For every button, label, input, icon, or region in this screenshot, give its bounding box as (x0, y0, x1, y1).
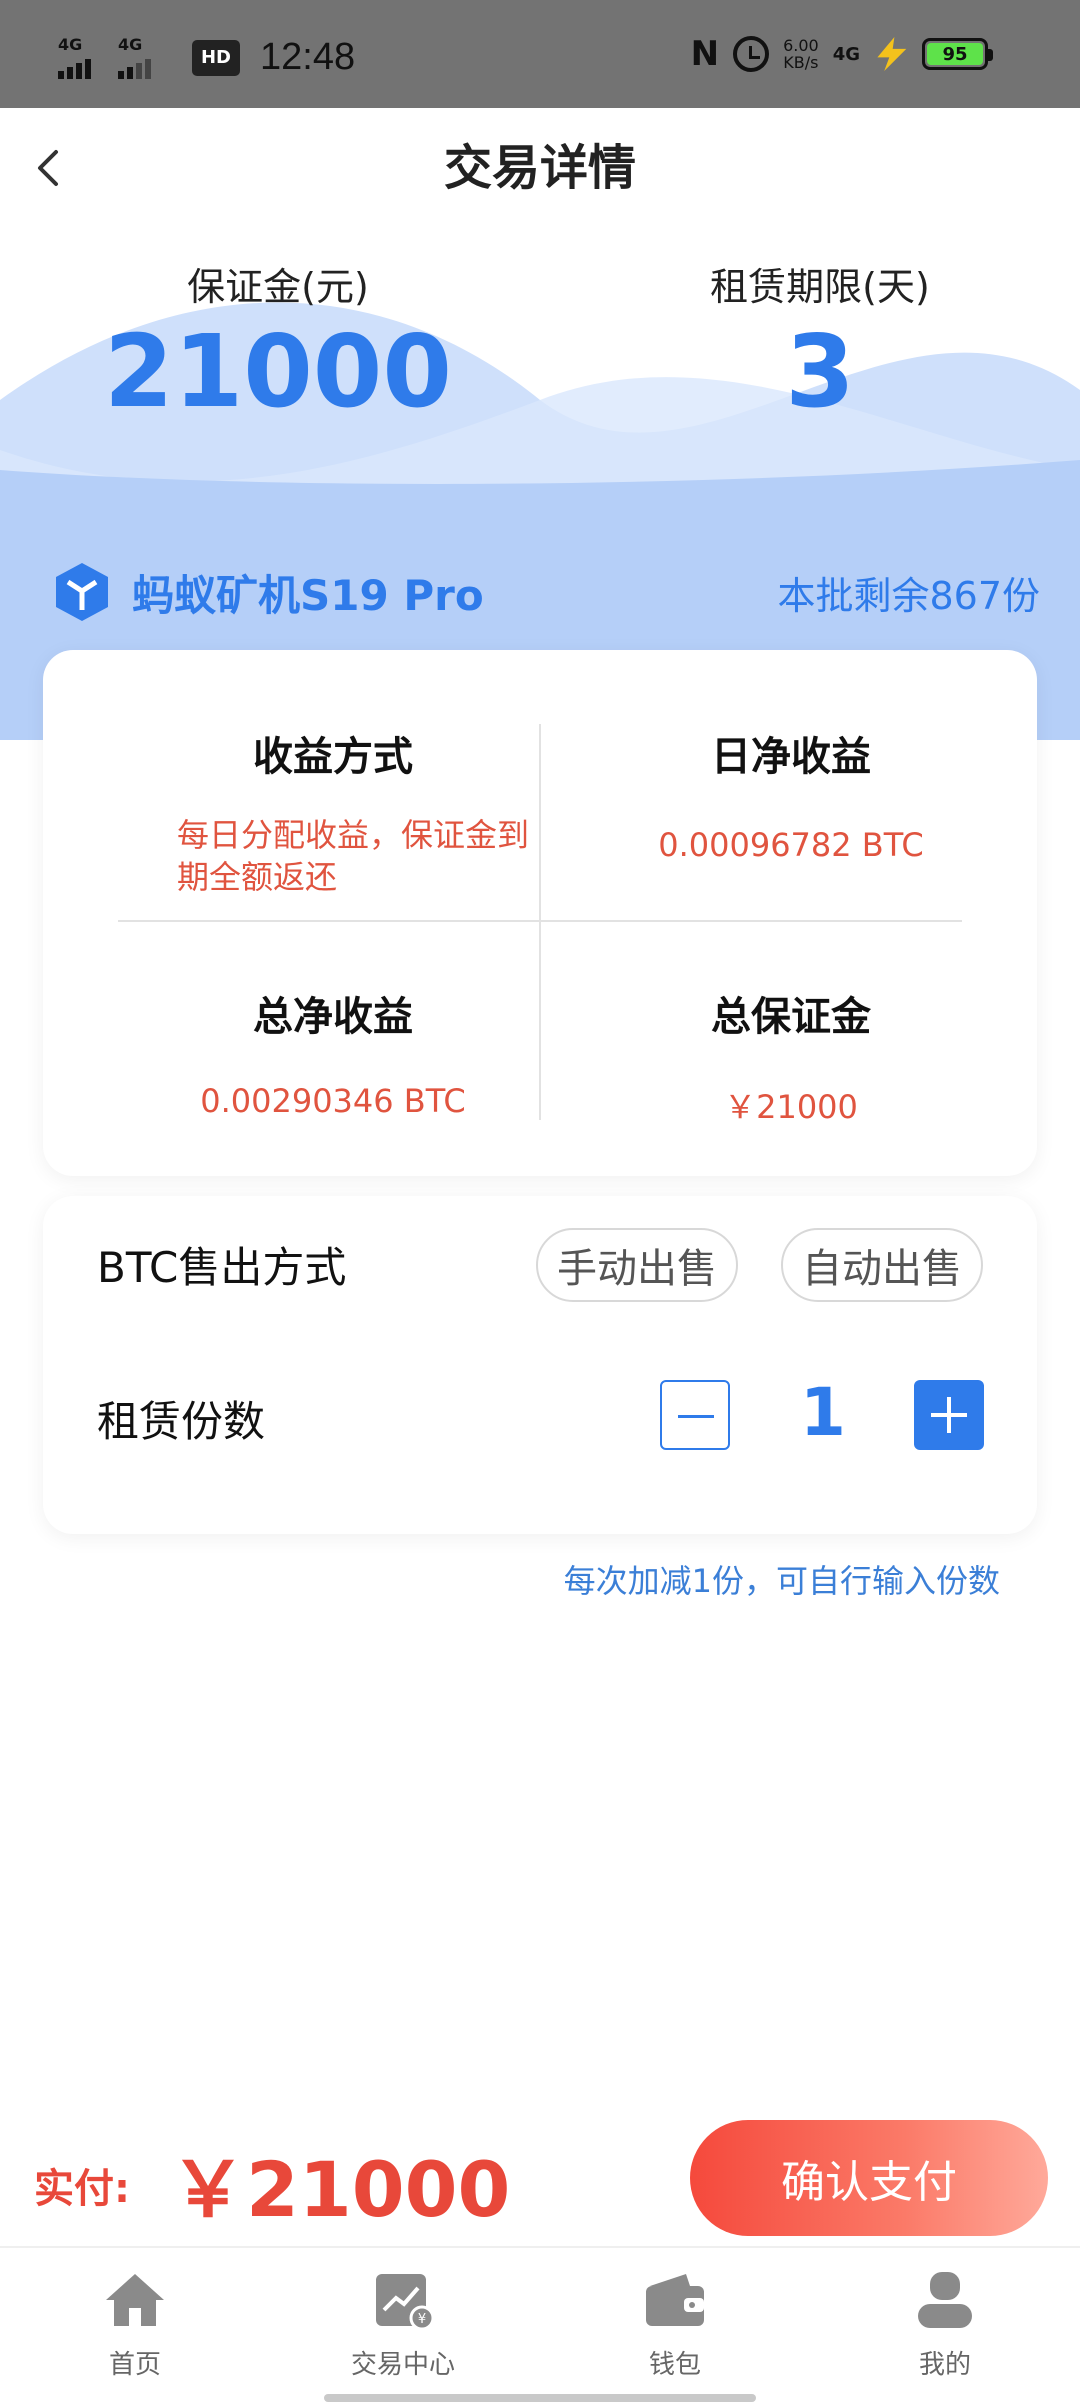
daily-income-value: 0.00096782 BTC (658, 826, 924, 864)
status-bar: 4G 4G HD 12:48 N 6.00 KB/s 4G 95 (0, 0, 1080, 108)
term-value: 3 (785, 313, 855, 430)
product-name: 蚂蚁矿机S19 Pro (132, 570, 484, 620)
card-divider-horizontal (118, 920, 962, 922)
bottom-tab-bar: 首页 ¥ 交易中心 钱包 我的 (0, 2246, 1080, 2408)
sell-method-label: BTC售出方式 (97, 1243, 347, 1292)
daily-income-label: 日净收益 (711, 734, 871, 780)
network-type-2: 4G (118, 34, 143, 54)
deposit-label: 保证金(元) (187, 265, 369, 309)
nfc-icon: N (690, 34, 720, 74)
tab-wallet[interactable]: 钱包 (590, 2270, 760, 2381)
income-method-cell: 收益方式 每日分配收益，保证金到期全额返还 (133, 724, 533, 898)
deposit-value: 21000 (104, 313, 452, 430)
status-right: N 6.00 KB/s 4G 95 (690, 34, 993, 74)
hd-voice-icon: HD (192, 39, 240, 76)
deposit-stat: 保证金(元) 21000 (78, 256, 478, 427)
quantity-increase-button[interactable] (914, 1380, 984, 1450)
total-income-value: 0.00290346 BTC (200, 1082, 466, 1120)
home-icon (106, 2274, 164, 2326)
quantity-label: 租赁份数 (97, 1397, 266, 1446)
page-title: 交易详情 (443, 140, 636, 196)
user-icon (918, 2272, 972, 2328)
daily-income-cell: 日净收益 0.00096782 BTC (591, 724, 991, 864)
auto-sell-button[interactable]: 自动出售 (781, 1228, 983, 1302)
tab-profile[interactable]: 我的 (860, 2270, 1030, 2381)
trade-chart-icon: ¥ (376, 2274, 435, 2331)
tab-home-label: 首页 (108, 2350, 161, 2380)
tab-home[interactable]: 首页 (50, 2270, 220, 2381)
total-income-cell: 总净收益 0.00290346 BTC (133, 984, 533, 1120)
home-indicator[interactable] (324, 2394, 756, 2402)
pay-label: 实付: (34, 2166, 130, 2212)
confirm-pay-button[interactable]: 确认支付 (690, 2120, 1048, 2236)
product-info: 蚂蚁矿机S19 Pro (50, 560, 484, 624)
quantity-input[interactable]: 1 (773, 1374, 873, 1451)
signal-icon: 4G (58, 34, 108, 79)
total-income-label: 总净收益 (253, 994, 413, 1040)
signal-icon-2: 4G (118, 34, 168, 79)
income-info-card: 收益方式 每日分配收益，保证金到期全额返还 日净收益 0.00096782 BT… (43, 650, 1037, 1176)
pay-amount: ￥21000 (170, 2145, 511, 2234)
remaining-stock: 本批剩余867份 (777, 573, 1040, 618)
total-deposit-value: ￥21000 (724, 1088, 858, 1126)
tab-trade-center[interactable]: ¥ 交易中心 (318, 2270, 488, 2381)
charging-icon (877, 37, 907, 71)
product-row: 蚂蚁矿机S19 Pro 本批剩余867份 (50, 556, 1040, 628)
battery-level: 95 (927, 43, 983, 65)
tab-trade-center-label: 交易中心 (350, 2350, 455, 2380)
quantity-decrease-button[interactable] (660, 1380, 730, 1450)
tab-wallet-label: 钱包 (648, 2350, 701, 2380)
network-type: 4G (58, 34, 83, 54)
total-deposit-label: 总保证金 (711, 994, 871, 1040)
svg-text:¥: ¥ (418, 2312, 426, 2327)
alarm-icon (733, 36, 770, 72)
quantity-hint: 每次加减1份，可自行输入份数 (563, 1562, 1000, 1600)
network-type-right: 4G (832, 43, 860, 65)
tab-profile-label: 我的 (918, 2350, 971, 2380)
speed-unit: KB/s (783, 53, 819, 72)
term-label: 租赁期限(天) (710, 265, 930, 309)
speed-value: 6.00 (783, 36, 819, 55)
income-method-value: 每日分配收益，保证金到期全额返还 (177, 816, 530, 896)
term-stat: 租赁期限(天) 3 (620, 256, 1020, 427)
status-time: 12:48 (260, 36, 356, 78)
cube-icon (56, 563, 108, 621)
card-divider-vertical (539, 724, 541, 1120)
network-speed: 6.00 KB/s (783, 37, 819, 71)
income-method-label: 收益方式 (253, 734, 413, 780)
status-left: 4G 4G HD 12:48 (58, 36, 355, 79)
wallet-icon (646, 2274, 704, 2326)
order-options-card: BTC售出方式 手动出售 自动出售 租赁份数 1 (43, 1196, 1037, 1534)
total-deposit-cell: 总保证金 ￥21000 (591, 984, 991, 1128)
manual-sell-button[interactable]: 手动出售 (536, 1228, 738, 1302)
battery-icon: 95 (922, 38, 993, 70)
